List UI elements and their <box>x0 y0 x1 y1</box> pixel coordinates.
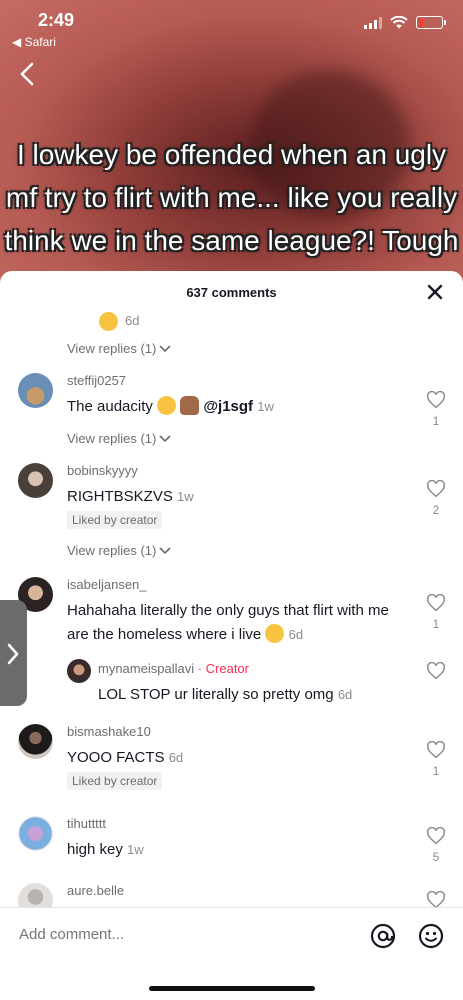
heart-icon[interactable] <box>426 827 446 845</box>
comment-time: 1w <box>127 842 144 857</box>
close-icon[interactable] <box>425 282 445 302</box>
raised-hand-emoji-icon <box>180 396 200 415</box>
mention-link[interactable]: @j1sgf <box>203 398 253 415</box>
like-count: 1 <box>432 617 440 631</box>
reply-author: mynameispallavi · Creator <box>98 661 249 676</box>
view-replies-label: View replies (1) <box>67 431 157 446</box>
comments-count-title: 637 comments <box>186 285 277 300</box>
view-replies-label: View replies (1) <box>67 341 157 356</box>
comment-body: RIGHTBSKZVS <box>67 488 173 505</box>
back-to-safari-link[interactable]: ◀ Safari <box>12 35 56 49</box>
like-count: 5 <box>432 850 440 864</box>
comment-text: Hahahaha literally the only guys that fl… <box>67 599 407 647</box>
comment-time: 6d <box>288 627 304 642</box>
add-comment-input[interactable] <box>19 926 319 943</box>
heart-icon[interactable] <box>426 594 446 612</box>
reply-text: LOL STOP ur literally so pretty omg 6d <box>98 683 352 707</box>
comment-text: RIGHTBSKZVS 1w <box>67 485 407 509</box>
status-time: 2:49 <box>38 10 75 30</box>
comment-list[interactable]: 6d View replies (1) steffij0257 The auda… <box>0 309 463 909</box>
crying-face-emoji-icon <box>265 624 285 643</box>
comment-username[interactable]: steffij0257 <box>67 373 126 388</box>
comment-composer <box>0 907 463 1000</box>
avatar[interactable] <box>18 883 53 909</box>
view-replies-button[interactable]: View replies (1) <box>67 431 171 446</box>
view-replies-button[interactable]: View replies (1) <box>67 341 171 356</box>
like-count: 2 <box>432 503 440 517</box>
reply-username[interactable]: mynameispallavi <box>98 661 194 676</box>
comment-body: Hahahaha literally the only guys that fl… <box>67 602 389 643</box>
emoji-icon[interactable] <box>418 923 444 949</box>
comment-time: 6d <box>125 313 140 328</box>
status-bar: 2:49 ◀ Safari <box>0 0 463 55</box>
chevron-down-icon <box>159 546 171 554</box>
heart-icon[interactable] <box>426 480 446 498</box>
creator-tag: · Creator <box>194 661 249 676</box>
view-replies-label: View replies (1) <box>67 543 157 558</box>
heart-icon[interactable] <box>426 741 446 759</box>
chevron-down-icon <box>159 434 171 442</box>
side-drawer-tab[interactable] <box>0 600 27 706</box>
comment-username[interactable]: aure.belle <box>67 883 124 898</box>
crying-emoji-icon <box>99 312 118 332</box>
reply-time: 6d <box>337 687 353 702</box>
like-count: 1 <box>432 764 440 778</box>
like-count: 1 <box>432 414 440 428</box>
comment-username[interactable]: bobinskyyyy <box>67 463 138 478</box>
battery-icon <box>416 16 446 29</box>
status-icons <box>364 16 446 29</box>
comment-body: The audacity <box>67 398 153 415</box>
comment-body: YOOO FACTS <box>67 749 165 766</box>
liked-by-creator-badge: Liked by creator <box>67 772 163 790</box>
comment-time: 1w <box>257 399 274 414</box>
reply-body: LOL STOP ur literally so pretty omg <box>98 686 334 703</box>
comments-header: 637 comments <box>0 271 463 313</box>
reply-avatar[interactable] <box>67 659 91 683</box>
comment-username[interactable]: isabeljansen_ <box>67 577 147 592</box>
signal-icon <box>364 16 382 29</box>
comment-username[interactable]: tihuttttt <box>67 816 106 831</box>
chevron-down-icon <box>159 344 171 352</box>
comment-text: high key 1w <box>67 838 407 862</box>
avatar[interactable] <box>18 373 53 408</box>
comment-text: The audacity @j1sgf 1w <box>67 395 407 419</box>
chevron-right-icon <box>7 643 19 665</box>
view-replies-button[interactable]: View replies (1) <box>67 543 171 558</box>
liked-by-creator-badge: Liked by creator <box>67 511 163 529</box>
wifi-icon <box>390 16 408 29</box>
comment-time: 1w <box>177 489 194 504</box>
comment-body: high key <box>67 841 123 858</box>
home-indicator[interactable] <box>149 986 315 991</box>
eye-roll-emoji-icon <box>157 396 177 415</box>
comment-text: YOOO FACTS 6d <box>67 746 407 770</box>
heart-icon[interactable] <box>426 391 446 409</box>
reply-heart-icon[interactable] <box>426 662 446 680</box>
back-chevron-icon[interactable] <box>16 62 40 86</box>
comment-username[interactable]: bismashake10 <box>67 724 151 739</box>
avatar[interactable] <box>18 724 53 759</box>
comments-sheet: 637 comments 6d View replies (1) steffij… <box>0 271 463 1000</box>
comment-time: 6d <box>168 750 184 765</box>
mention-at-icon[interactable] <box>370 923 396 949</box>
avatar[interactable] <box>18 463 53 498</box>
avatar[interactable] <box>18 816 53 851</box>
video-caption: I lowkey be offended when an ugly mf try… <box>4 139 459 256</box>
